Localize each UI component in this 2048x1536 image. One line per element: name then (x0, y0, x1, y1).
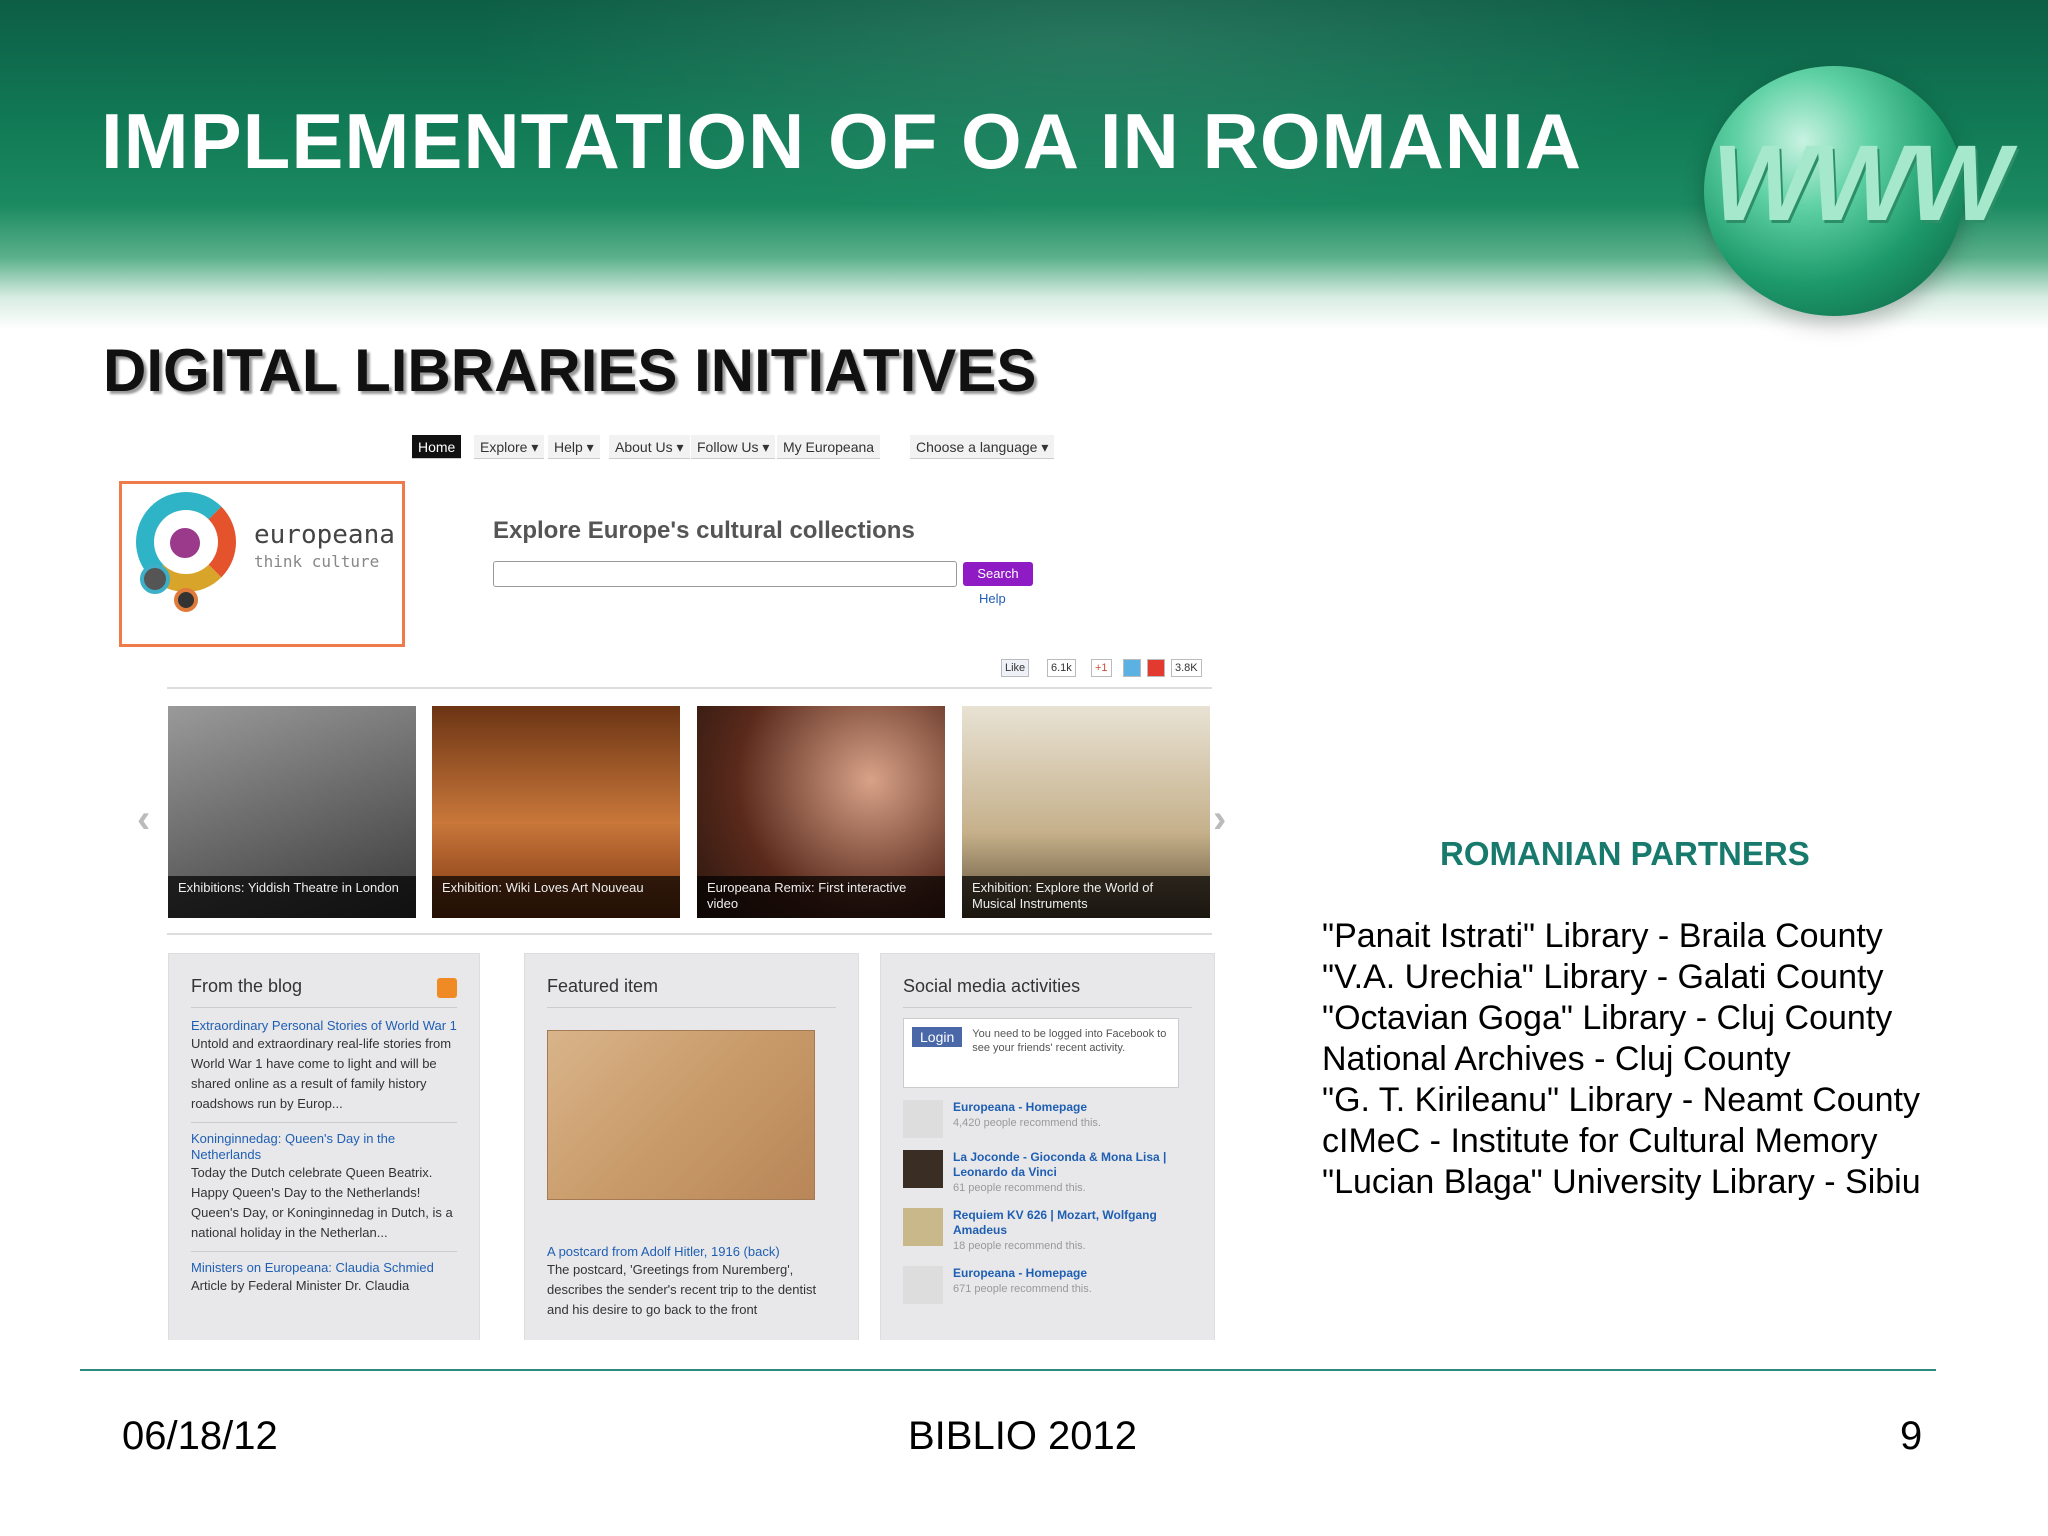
partners-list: "Panait Istrati" Library - Braila County… (1322, 916, 1921, 1203)
activity-thumbnail (903, 1150, 943, 1188)
footer-date: 06/18/12 (122, 1414, 278, 1458)
help-link[interactable]: Help (979, 591, 1006, 606)
like-count: 6.1k (1047, 659, 1076, 677)
tile-caption: Exhibition: Explore the World of Musical… (962, 876, 1210, 918)
nav-home[interactable]: Home (412, 435, 462, 459)
search-button[interactable]: Search (963, 562, 1033, 586)
search-input[interactable] (493, 561, 957, 587)
slide-number: 9 (1900, 1414, 1923, 1458)
rss-icon[interactable] (437, 978, 457, 998)
social-panel: Social media activities Login You need t… (880, 953, 1215, 1340)
login-text: You need to be logged into Facebook to s… (972, 1028, 1167, 1054)
carousel-tile[interactable]: Europeana Remix: First interactive video (697, 706, 945, 918)
activity-item[interactable]: Requiem KV 626 | Mozart, Wolfgang Amadeu… (903, 1208, 1192, 1254)
carousel-tile[interactable]: Exhibition: Wiki Loves Art Nouveau (432, 706, 680, 918)
carousel-prev-icon[interactable]: ‹ (137, 797, 150, 842)
tile-caption: Europeana Remix: First interactive video (697, 876, 945, 918)
www-globe-text: WWW (1712, 122, 2010, 243)
europeana-logo[interactable]: europeana think culture (119, 481, 405, 647)
activity-title[interactable]: Europeana - Homepage (903, 1100, 1192, 1115)
logo-wordmark: europeana (254, 520, 395, 550)
language-select[interactable]: Choose a language ▾ (910, 435, 1055, 459)
blog-link[interactable]: Ministers on Europeana: Claudia Schmied (191, 1260, 457, 1276)
activity-item[interactable]: Europeana - Homepage 671 people recommen… (903, 1266, 1192, 1304)
nav-help[interactable]: Help ▾ (548, 435, 600, 459)
divider (167, 687, 1212, 689)
activity-title[interactable]: Requiem KV 626 | Mozart, Wolfgang Amadeu… (903, 1208, 1192, 1238)
blog-text: Article by Federal Minister Dr. Claudia (191, 1278, 410, 1293)
activity-item[interactable]: La Joconde - Gioconda & Mona Lisa | Leon… (903, 1150, 1192, 1196)
partner-item: "V.A. Urechia" Library - Galati County (1322, 958, 1884, 996)
addthis-icon[interactable] (1147, 659, 1165, 677)
activity-thumbnail (903, 1100, 943, 1138)
tile-caption: Exhibitions: Yiddish Theatre in London (168, 876, 416, 918)
logo-dot-icon (174, 588, 198, 612)
facebook-login-box: Login You need to be logged into Faceboo… (903, 1018, 1179, 1088)
facebook-like-button[interactable]: Like (1001, 659, 1030, 677)
nav-explore[interactable]: Explore ▾ (474, 435, 545, 459)
postcard-image[interactable] (547, 1030, 815, 1200)
divider (191, 1122, 457, 1123)
activity-title[interactable]: Europeana - Homepage (903, 1266, 1192, 1281)
activity-meta: 61 people recommend this. (953, 1182, 1086, 1194)
logo-tagline: think culture (254, 552, 380, 571)
partner-item: "Lucian Blaga" University Library - Sibi… (1322, 1163, 1921, 1201)
tile-caption: Exhibition: Wiki Loves Art Nouveau (432, 876, 680, 918)
twitter-icon[interactable] (1123, 659, 1141, 677)
blog-link[interactable]: Koninginnedag: Queen's Day in the Nether… (191, 1131, 457, 1163)
activity-thumbnail (903, 1208, 943, 1246)
partner-item: "G. T. Kirileanu" Library - Neamt County (1322, 1081, 1920, 1119)
activity-thumbnail (903, 1266, 943, 1304)
activity-meta: 671 people recommend this. (953, 1283, 1092, 1295)
facebook-login-button[interactable]: Login (912, 1027, 963, 1047)
blog-heading: From the blog (191, 976, 457, 1008)
partner-item: cIMeC - Institute for Cultural Memory (1322, 1122, 1878, 1160)
activity-meta: 4,420 people recommend this. (953, 1117, 1101, 1129)
europeana-screenshot: Home Explore ▾ Help ▾ About Us ▾ Follow … (117, 425, 1227, 1340)
partner-item: "Panait Istrati" Library - Braila County (1322, 917, 1883, 955)
activity-title[interactable]: La Joconde - Gioconda & Mona Lisa | Leon… (903, 1150, 1192, 1180)
explore-heading: Explore Europe's cultural collections (493, 517, 915, 544)
carousel-next-icon[interactable]: › (1213, 797, 1226, 842)
logo-dot-icon (140, 564, 170, 594)
activity-item[interactable]: Europeana - Homepage 4,420 people recomm… (903, 1100, 1192, 1138)
featured-item-panel: Featured item A postcard from Adolf Hitl… (524, 953, 859, 1340)
carousel-tile[interactable]: Exhibitions: Yiddish Theatre in London (168, 706, 416, 918)
featured-text: The postcard, 'Greetings from Nuremberg'… (547, 1262, 817, 1317)
carousel-tile[interactable]: Exhibition: Explore the World of Musical… (962, 706, 1210, 918)
blog-link[interactable]: Extraordinary Personal Stories of World … (191, 1018, 457, 1034)
nav-my-europeana[interactable]: My Europeana (777, 435, 881, 459)
partner-item: "Octavian Goga" Library - Cluj County (1322, 999, 1893, 1037)
nav-follow-us[interactable]: Follow Us ▾ (691, 435, 776, 459)
google-plus-button[interactable]: +1 (1091, 659, 1112, 677)
share-count: 3.8K (1171, 659, 1202, 677)
footer-divider (80, 1369, 1936, 1371)
featured-link[interactable]: A postcard from Adolf Hitler, 1916 (back… (547, 1244, 836, 1260)
social-heading: Social media activities (903, 976, 1192, 1008)
partner-item: National Archives - Cluj County (1322, 1040, 1791, 1078)
partners-heading: ROMANIAN PARTNERS (1440, 835, 1810, 872)
slide-title: IMPLEMENTATION OF OA IN ROMANIA (101, 97, 1583, 185)
blog-text: Untold and extraordinary real-life stori… (191, 1036, 452, 1111)
divider (191, 1251, 457, 1252)
section-title: DIGITAL LIBRARIES INITIATIVES (103, 337, 1037, 404)
nav-about-us[interactable]: About Us ▾ (609, 435, 690, 459)
featured-heading: Featured item (547, 976, 836, 1008)
europeana-logo-center-icon (162, 520, 208, 566)
blog-text: Today the Dutch celebrate Queen Beatrix.… (191, 1165, 453, 1240)
footer-center-text: BIBLIO 2012 (908, 1414, 1138, 1458)
divider (167, 933, 1212, 935)
activity-meta: 18 people recommend this. (953, 1240, 1086, 1252)
blog-panel: From the blog Extraordinary Personal Sto… (168, 953, 480, 1340)
